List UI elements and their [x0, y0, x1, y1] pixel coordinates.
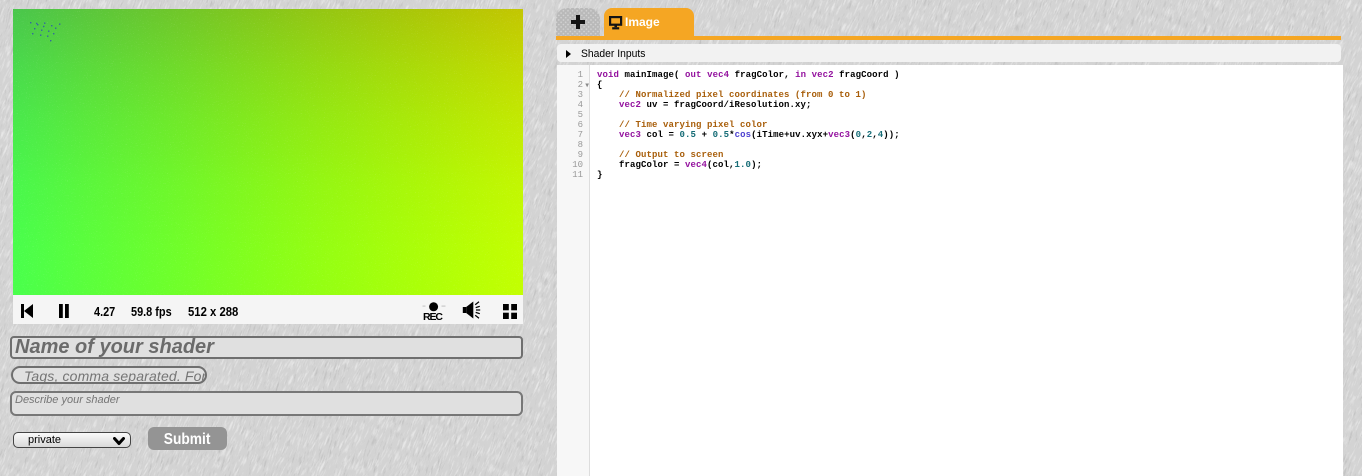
svg-text:REC: REC	[423, 311, 443, 322]
